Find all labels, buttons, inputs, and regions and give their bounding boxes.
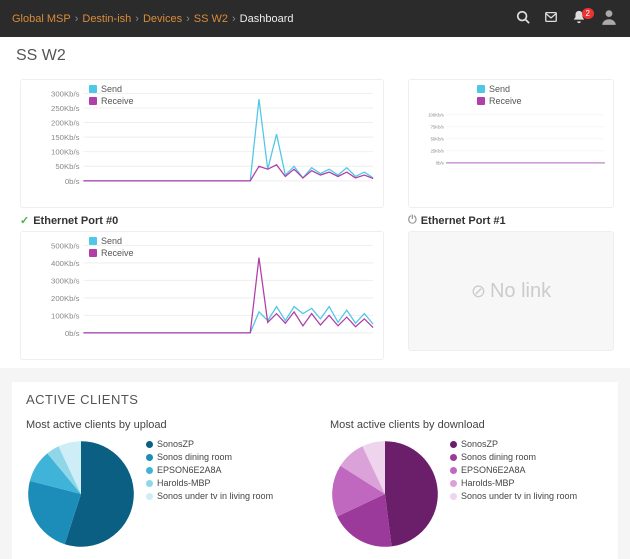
nolink-icon: ⊘ bbox=[471, 281, 486, 302]
avatar-icon[interactable] bbox=[600, 8, 618, 29]
swatch-send bbox=[89, 237, 97, 245]
swatch-send bbox=[477, 85, 485, 93]
svg-text:200Kb/s: 200Kb/s bbox=[51, 118, 80, 127]
legend-dot bbox=[450, 493, 457, 500]
chart-legend: Send Receive bbox=[89, 84, 134, 108]
svg-text:100Kb/s: 100Kb/s bbox=[51, 148, 80, 157]
legend-item: EPSON6E2A8A bbox=[146, 465, 273, 475]
svg-text:0b/s: 0b/s bbox=[65, 177, 80, 186]
crumb-3[interactable]: SS W2 bbox=[194, 13, 228, 25]
legend-item: EPSON6E2A8A bbox=[450, 465, 577, 475]
legend-dot bbox=[450, 467, 457, 474]
svg-text:75Kb/s: 75Kb/s bbox=[431, 124, 444, 129]
legend-label: SonosZP bbox=[461, 439, 498, 449]
download-pie bbox=[330, 439, 440, 549]
download-subtitle: Most active clients by download bbox=[330, 419, 604, 431]
panel-top-left: Send Receive 0b/s 50Kb/s 100Kb/s 150Kb/s 200… bbox=[12, 71, 392, 368]
swatch-receive bbox=[477, 97, 485, 105]
notifications-icon[interactable]: 2 bbox=[572, 10, 586, 27]
notif-badge: 2 bbox=[582, 8, 594, 19]
panel-top-right: Send Receive 0b/s 25Kb/s 50Kb/s 75Kb/s 100Kb… bbox=[400, 71, 622, 368]
svg-text:200Kb/s: 200Kb/s bbox=[51, 294, 80, 303]
search-icon[interactable] bbox=[516, 10, 530, 27]
crumb-2[interactable]: Devices bbox=[143, 13, 182, 25]
legend-send: Send bbox=[101, 84, 122, 94]
port0-label: Ethernet Port #0 bbox=[33, 215, 118, 227]
chart-svg: 0b/s 50Kb/s 100Kb/s 150Kb/s 200Kb/s 250Kb/s 30… bbox=[27, 86, 377, 196]
legend-item: SonosZP bbox=[450, 439, 577, 449]
svg-text:50Kb/s: 50Kb/s bbox=[431, 136, 444, 141]
upload-subtitle: Most active clients by upload bbox=[26, 419, 300, 431]
legend-item: Sonos dining room bbox=[450, 452, 577, 462]
chart-legend: Send Receive bbox=[89, 236, 134, 260]
legend-item: Sonos dining room bbox=[146, 452, 273, 462]
legend-item: Harolds-MBP bbox=[450, 478, 577, 488]
svg-text:300Kb/s: 300Kb/s bbox=[51, 89, 80, 98]
active-clients-title: ACTIVE CLIENTS bbox=[26, 392, 604, 407]
nolink-panel: ⊘ No link bbox=[408, 231, 614, 351]
legend-label: Sonos dining room bbox=[157, 452, 232, 462]
svg-text:150Kb/s: 150Kb/s bbox=[51, 133, 80, 142]
chart-top-right: Send Receive 0b/s 25Kb/s 50Kb/s 75Kb/s 100Kb… bbox=[408, 79, 614, 208]
port1-label: Ethernet Port #1 bbox=[421, 215, 506, 227]
svg-text:50Kb/s: 50Kb/s bbox=[55, 162, 79, 171]
port0-title: ✓ Ethernet Port #0 bbox=[20, 214, 384, 227]
svg-text:0b/s: 0b/s bbox=[65, 329, 80, 338]
chart-legend: Send Receive bbox=[477, 84, 522, 108]
inbox-icon[interactable] bbox=[544, 10, 558, 27]
chart-svg: 0b/s 100Kb/s 200Kb/s 300Kb/s 400Kb/s 500Kb/s bbox=[27, 238, 377, 348]
svg-text:300Kb/s: 300Kb/s bbox=[51, 276, 80, 285]
legend-dot bbox=[450, 441, 457, 448]
svg-text:250Kb/s: 250Kb/s bbox=[51, 104, 80, 113]
chart-port0: Send Receive 0b/s 100Kb/s 200Kb/s 300Kb/s 40… bbox=[20, 231, 384, 360]
breadcrumb: Global MSP› Destin-ish› Devices› SS W2› … bbox=[12, 13, 293, 25]
upload-block: Most active clients by upload SonosZPSon… bbox=[26, 419, 300, 549]
svg-text:25Kb/s: 25Kb/s bbox=[431, 148, 444, 153]
legend-receive: Receive bbox=[489, 96, 522, 106]
legend-label: SonosZP bbox=[157, 439, 194, 449]
legend-dot bbox=[146, 454, 153, 461]
port1-title: ⏻ Ethernet Port #1 bbox=[408, 214, 614, 227]
legend-receive: Receive bbox=[101, 248, 134, 258]
svg-text:500Kb/s: 500Kb/s bbox=[51, 241, 80, 250]
svg-text:100Kb/s: 100Kb/s bbox=[51, 311, 80, 320]
swatch-receive bbox=[89, 249, 97, 257]
legend-item: Harolds-MBP bbox=[146, 478, 273, 488]
nolink-label: No link bbox=[490, 280, 551, 303]
legend-send: Send bbox=[489, 84, 510, 94]
legend-label: EPSON6E2A8A bbox=[461, 465, 526, 475]
legend-dot bbox=[450, 480, 457, 487]
active-clients-panel: ACTIVE CLIENTS Most active clients by up… bbox=[12, 382, 618, 559]
power-icon: ⏻ bbox=[408, 214, 417, 227]
legend-dot bbox=[146, 467, 153, 474]
legend-item: SonosZP bbox=[146, 439, 273, 449]
check-icon: ✓ bbox=[20, 214, 29, 227]
download-legend: SonosZP Sonos dining room EPSON6E2A8A Harol… bbox=[450, 439, 577, 504]
top-bar: Global MSP› Destin-ish› Devices› SS W2› … bbox=[0, 0, 630, 37]
legend-send: Send bbox=[101, 236, 122, 246]
legend-dot bbox=[146, 480, 153, 487]
legend-label: Harolds-MBP bbox=[157, 478, 211, 488]
legend-dot bbox=[146, 493, 153, 500]
svg-text:0b/s: 0b/s bbox=[436, 160, 444, 165]
page-title: SS W2 bbox=[0, 37, 630, 71]
svg-text:100Kb/s: 100Kb/s bbox=[428, 112, 444, 117]
upload-legend: SonosZP Sonos dining room EPSON6E2A8A Harol… bbox=[146, 439, 273, 504]
legend-receive: Receive bbox=[101, 96, 134, 106]
legend-label: EPSON6E2A8A bbox=[157, 465, 222, 475]
svg-text:400Kb/s: 400Kb/s bbox=[51, 259, 80, 268]
crumb-current: Dashboard bbox=[240, 13, 294, 25]
upload-pie bbox=[26, 439, 136, 549]
legend-label: Harolds-MBP bbox=[461, 478, 515, 488]
topbar-icons: 2 bbox=[516, 8, 618, 29]
crumb-1[interactable]: Destin-ish bbox=[82, 13, 131, 25]
swatch-send bbox=[89, 85, 97, 93]
legend-dot bbox=[450, 454, 457, 461]
download-block: Most active clients by download SonosZPS… bbox=[330, 419, 604, 549]
swatch-receive bbox=[89, 97, 97, 105]
chart-top-left: Send Receive 0b/s 50Kb/s 100Kb/s 150Kb/s 200… bbox=[20, 79, 384, 208]
legend-dot bbox=[146, 441, 153, 448]
legend-label: Sonos dining room bbox=[461, 452, 536, 462]
crumb-0[interactable]: Global MSP bbox=[12, 13, 71, 25]
